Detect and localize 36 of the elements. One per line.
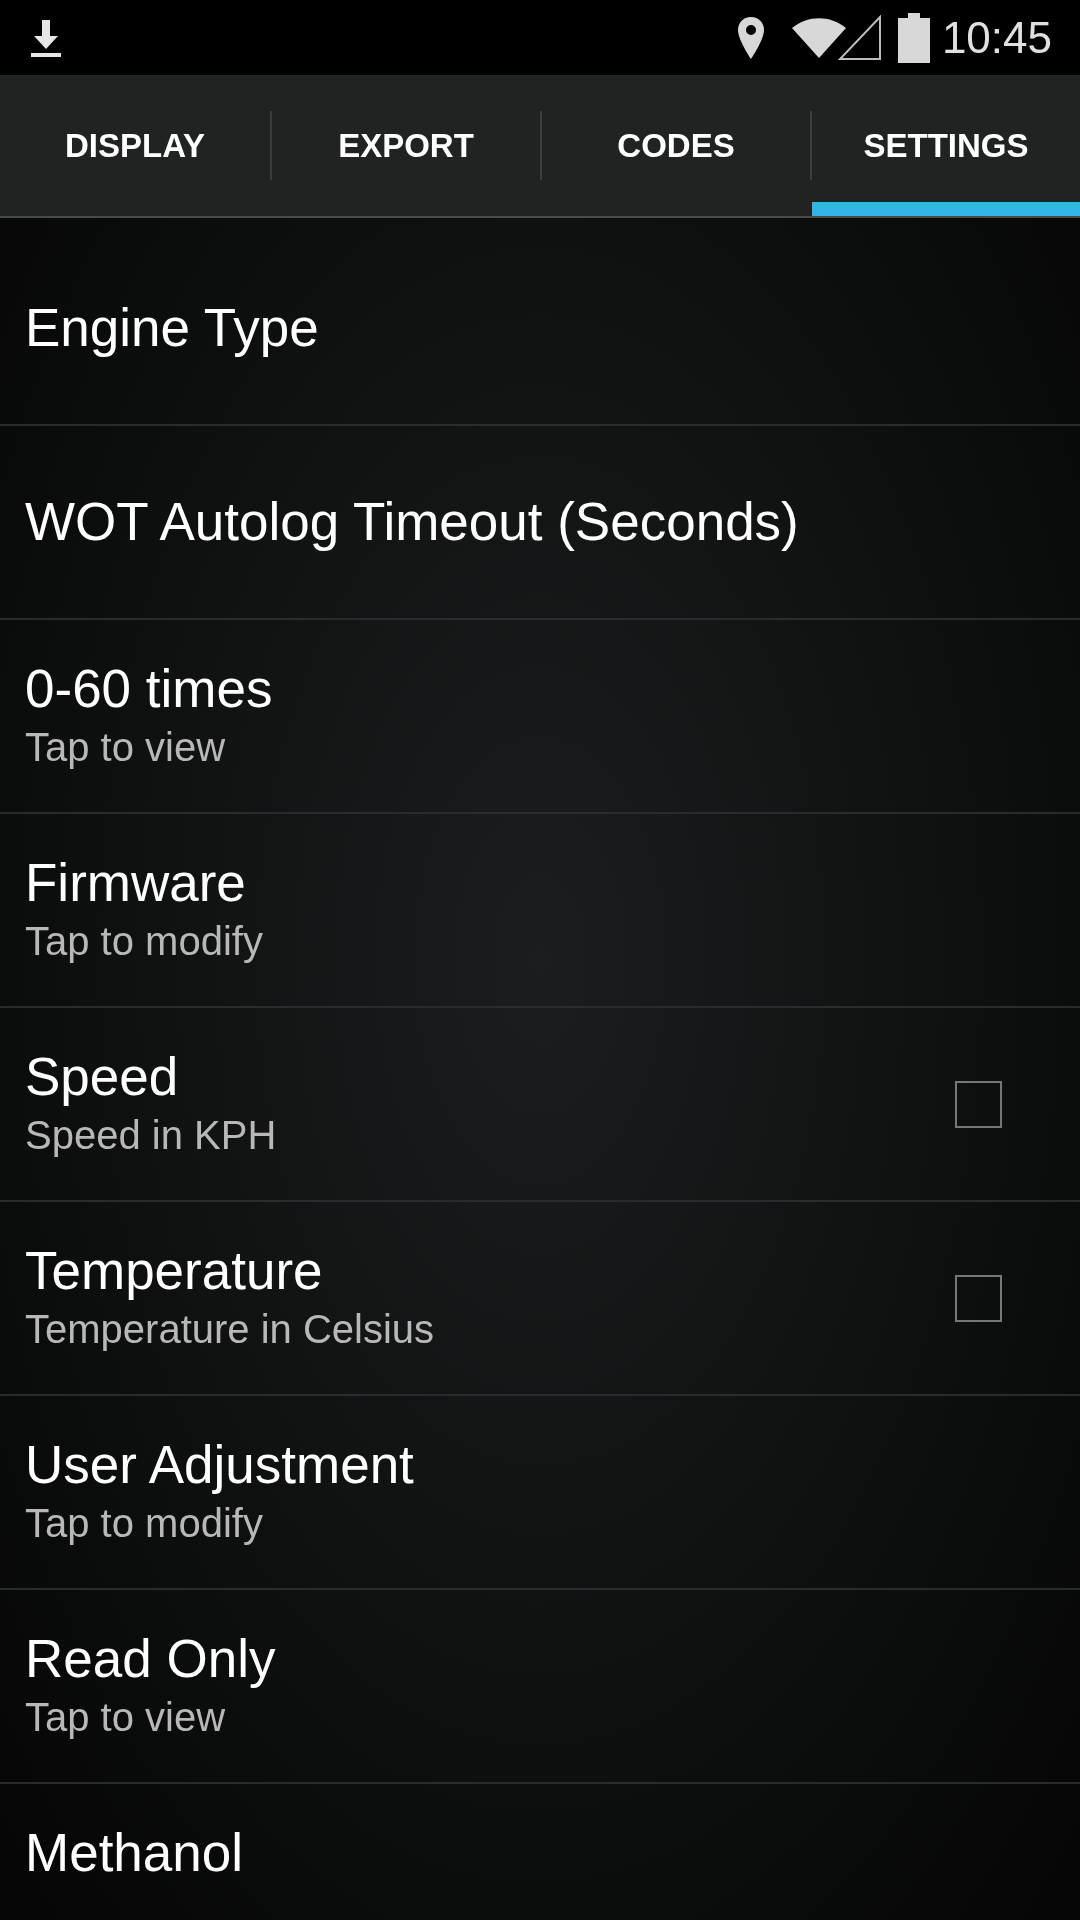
setting-title: User Adjustment [25,1434,415,1496]
setting-title: Speed [25,1046,180,1108]
setting-subtitle: Tap to modify [25,918,264,965]
settings-row[interactable]: Temperature Temperature in Celsius [0,1202,1080,1396]
setting-title: WOT Autolog Timeout (Seconds) [25,491,800,553]
settings-row[interactable]: Speed Speed in KPH [0,1008,1080,1202]
setting-title: Temperature [25,1240,324,1302]
wifi-icon [791,17,846,58]
signal-icon [837,14,882,61]
setting-title: Firmware [25,852,247,914]
location-pin-icon [735,14,766,61]
setting-subtitle: Speed in KPH [25,1112,278,1159]
tab[interactable]: EXPORT [272,75,540,216]
checkbox[interactable] [955,1080,1002,1128]
checkbox[interactable] [955,1274,1002,1322]
tab[interactable]: CODES [542,75,810,216]
settings-row[interactable]: 0-60 times Tap to view [0,620,1080,814]
setting-title: Methanol [25,1822,245,1884]
settings-row[interactable]: Firmware Tap to modify [0,814,1080,1008]
setting-title: 0-60 times [25,658,274,720]
settings-row[interactable]: WOT Autolog Timeout (Seconds) [0,426,1080,620]
settings-row[interactable]: Read Only Tap to view [0,1590,1080,1784]
tab[interactable]: DISPLAY [0,75,270,216]
settings-row[interactable]: Engine Type [0,232,1080,426]
tab[interactable]: SETTINGS [812,75,1080,216]
setting-subtitle: Tap to view [25,1694,227,1741]
settings-row[interactable]: Methanol [0,1784,1080,1920]
setting-subtitle: Tap to view [25,724,227,771]
setting-subtitle: Tap to modify [25,1500,264,1547]
download-icon [28,17,64,58]
setting-subtitle: Temperature in Celsius [25,1306,436,1353]
setting-title: Engine Type [25,297,320,359]
battery-icon [897,12,930,63]
setting-title: Read Only [25,1628,277,1690]
settings-row[interactable]: User Adjustment Tap to modify [0,1396,1080,1590]
clock-time: 10:45 [941,15,1052,60]
